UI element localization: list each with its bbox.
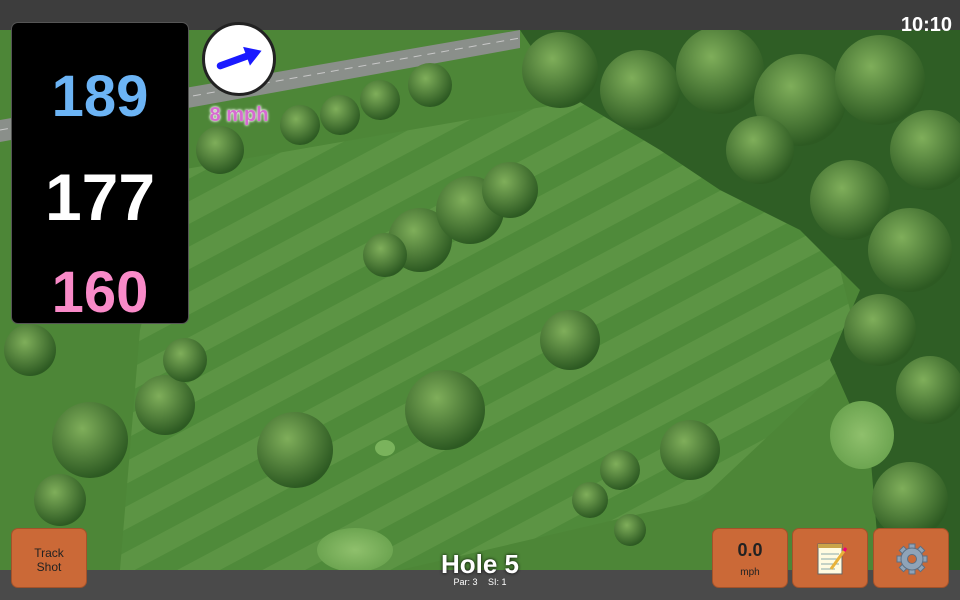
hole-par: Par: 3 <box>453 577 478 587</box>
distance-back: 189 <box>51 64 149 129</box>
wind-speed-label: 8 mph <box>209 104 269 126</box>
wind-direction-dial <box>202 22 276 96</box>
track-shot-label-line1: Track <box>34 546 64 560</box>
track-shot-label-line2: Shot <box>36 560 62 574</box>
notepad-icon <box>817 543 848 575</box>
gear-icon <box>896 543 928 575</box>
distance-middle: 177 <box>44 160 156 234</box>
hole-stroke-index: SI: 1 <box>488 577 507 587</box>
track-shot-button[interactable]: Track Shot <box>11 528 87 588</box>
clock: 10:10 <box>900 14 952 36</box>
hole-title: Hole 5 <box>440 549 520 579</box>
distance-front: 160 <box>51 260 149 325</box>
settings-button[interactable] <box>873 528 949 588</box>
hole-info: Par: 3 SI: 1 <box>380 577 580 587</box>
wind-speed-value: 0.0 <box>737 540 763 560</box>
wind-speed-button[interactable]: 0.0 mph <box>712 528 788 588</box>
distance-panel: 189 177 160 <box>11 22 189 325</box>
wind-speed-unit: mph <box>740 567 760 578</box>
arrow-right-icon <box>216 46 262 70</box>
notes-button[interactable] <box>792 528 868 588</box>
